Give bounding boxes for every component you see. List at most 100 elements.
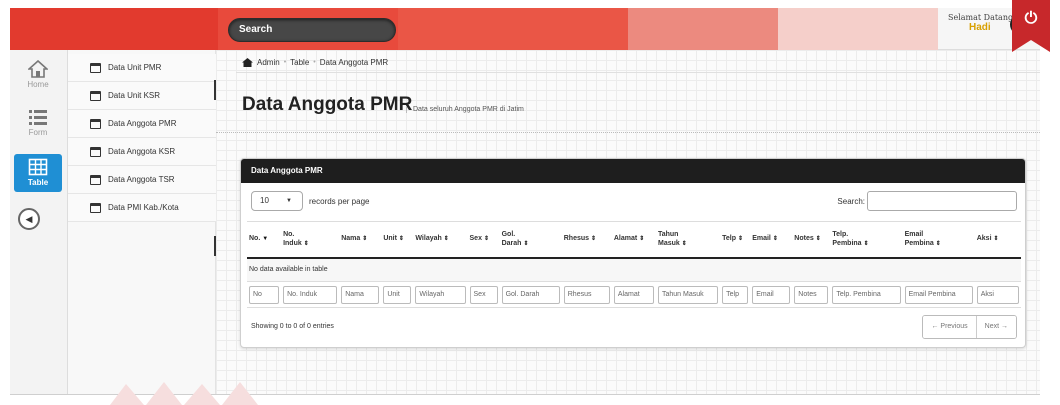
table-icon xyxy=(28,158,48,176)
rail-item-table[interactable]: Table xyxy=(14,154,62,192)
header-band xyxy=(398,8,628,50)
filter-row: No No. Induk Nama Unit Wilayah Sex Gol. … xyxy=(247,281,1021,308)
filter-input[interactable]: Tahun Masuk xyxy=(657,285,719,304)
pagination: ← Previous Next → xyxy=(922,315,1017,339)
column-header[interactable]: Telp ⇕ xyxy=(720,221,751,259)
column-header[interactable]: Gol. Darah ⇕ xyxy=(499,221,562,259)
column-header[interactable]: Aksi ⇕ xyxy=(974,221,1021,259)
table-info: Showing 0 to 0 of 0 entries xyxy=(251,323,334,330)
table-search-input[interactable] xyxy=(867,191,1017,211)
home-icon xyxy=(242,58,253,67)
filter-input[interactable]: Nama xyxy=(341,285,380,304)
greeting-text: Selamat Datang xyxy=(948,13,1014,22)
column-header[interactable]: Telp. Pembina ⇕ xyxy=(830,221,903,259)
chevron-left-icon: ◀ xyxy=(25,214,33,224)
filter-input[interactable]: Aksi xyxy=(976,285,1019,304)
divider xyxy=(236,72,1040,73)
subnav-item-data-unit-ksr[interactable]: Data Unit KSR xyxy=(68,82,216,110)
icon-rail: Home Form Table ◀ xyxy=(10,50,68,395)
column-header[interactable]: Nama ⇕ xyxy=(339,221,382,259)
subnav-item-label: Data Unit PMR xyxy=(108,63,162,72)
main-content: Admin • Table • Data Anggota PMR Data An… xyxy=(216,50,1040,395)
search-area: Search xyxy=(218,8,398,50)
caret-down-icon: ▼ xyxy=(286,198,292,204)
empty-message: No data available in table xyxy=(247,257,1021,282)
column-header[interactable]: Sex ⇕ xyxy=(467,221,500,259)
records-per-page: 10 ▼ records per page xyxy=(251,191,369,211)
filter-input[interactable]: Email Pembina xyxy=(904,285,973,304)
page-subtitle: Data seluruh Anggota PMR di Jatim xyxy=(406,106,524,113)
home-icon xyxy=(26,59,50,78)
breadcrumb-current: Data Anggota PMR xyxy=(319,58,389,67)
records-per-page-label: records per page xyxy=(309,196,370,206)
column-header[interactable]: Tahun Masuk ⇕ xyxy=(655,221,721,259)
calendar-icon xyxy=(90,119,101,129)
top-bar: Search Selamat Datang Hadi xyxy=(10,8,1040,50)
rail-item-label: Form xyxy=(28,128,48,137)
calendar-icon xyxy=(90,91,101,101)
rail-item-label: Table xyxy=(27,178,49,187)
panel-title: Data Anggota PMR xyxy=(241,159,1025,183)
rail-item-form[interactable]: Form xyxy=(14,104,62,142)
column-header[interactable]: No. ▼ xyxy=(247,221,282,259)
subnav-item-label: Data PMI Kab./Kota xyxy=(108,203,179,212)
column-header[interactable]: Unit ⇕ xyxy=(381,221,414,259)
table-row: No data available in table xyxy=(247,257,1021,282)
breadcrumb-admin[interactable]: Admin xyxy=(257,58,280,67)
column-header[interactable]: No. Induk ⇕ xyxy=(281,221,340,259)
column-header[interactable]: Rhesus ⇕ xyxy=(561,221,612,259)
subnav-item-data-pmi-kab-kota[interactable]: Data PMI Kab./Kota xyxy=(68,194,216,222)
filter-input[interactable]: Sex xyxy=(469,285,498,304)
search-input[interactable]: Search xyxy=(228,18,396,42)
subnav-item-data-unit-pmr[interactable]: Data Unit PMR xyxy=(68,54,216,82)
collapse-sidebar-button[interactable]: ◀ xyxy=(18,208,40,230)
subnav-item-data-anggota-pmr[interactable]: Data Anggota PMR xyxy=(68,110,216,138)
breadcrumb-separator: • xyxy=(283,59,287,66)
data-panel: Data Anggota PMR 10 ▼ records per page S… xyxy=(240,158,1026,348)
subnav-item-data-anggota-ksr[interactable]: Data Anggota KSR xyxy=(68,138,216,166)
filter-input[interactable]: Telp xyxy=(722,285,749,304)
filter-input[interactable]: Gol. Darah xyxy=(501,285,560,304)
rail-item-home[interactable]: Home xyxy=(14,56,62,94)
column-header[interactable]: Alamat ⇕ xyxy=(611,221,656,259)
rail-item-label: Home xyxy=(27,80,49,89)
filter-input[interactable]: Email xyxy=(752,285,791,304)
calendar-icon xyxy=(90,147,101,157)
next-page-button[interactable]: Next → xyxy=(975,316,1016,338)
column-header[interactable]: Email Pembina ⇕ xyxy=(902,221,975,259)
subnav-item-label: Data Anggota PMR xyxy=(108,119,177,128)
brand-area xyxy=(10,8,218,50)
table-search-label: Search: xyxy=(837,196,865,206)
watermark-logo xyxy=(110,382,258,405)
filter-input[interactable]: No. Induk xyxy=(283,285,338,304)
calendar-icon xyxy=(90,175,101,185)
table-header-row: No. ▼ No. Induk ⇕ Nama ⇕ Unit ⇕ Wilayah ⇕ Sex ⇕… xyxy=(247,221,1021,259)
filter-input[interactable]: Wilayah xyxy=(415,285,466,304)
previous-page-button[interactable]: ← Previous xyxy=(923,316,976,338)
column-header[interactable]: Email ⇕ xyxy=(750,221,793,259)
username: Hadi xyxy=(969,22,991,33)
header-band xyxy=(628,8,778,50)
calendar-icon xyxy=(90,203,101,213)
column-header[interactable]: Wilayah ⇕ xyxy=(413,221,468,259)
table-search: Search: xyxy=(837,191,1017,211)
filter-input[interactable]: Unit xyxy=(383,285,412,304)
secondary-sidebar: Data Unit PMR Data Unit KSR Data Anggota… xyxy=(68,50,216,395)
filter-input[interactable]: Telp. Pembina xyxy=(832,285,901,304)
breadcrumb-table[interactable]: Table xyxy=(290,58,309,67)
filter-input[interactable]: Rhesus xyxy=(563,285,610,304)
list-icon xyxy=(28,108,48,126)
subnav-item-data-anggota-tsr[interactable]: Data Anggota TSR xyxy=(68,166,216,194)
records-per-page-select[interactable]: 10 ▼ xyxy=(251,191,303,211)
divider xyxy=(216,132,1040,133)
filter-input[interactable]: No xyxy=(249,285,280,304)
filter-input[interactable]: Notes xyxy=(794,285,829,304)
subnav-item-label: Data Unit KSR xyxy=(108,91,161,100)
members-table: No. ▼ No. Induk ⇕ Nama ⇕ Unit ⇕ Wilayah ⇕ Sex ⇕… xyxy=(247,221,1021,308)
app-window: Search Selamat Datang Hadi ⏻ Home Form T… xyxy=(0,0,1060,405)
page-title: Data Anggota PMR xyxy=(242,94,413,115)
filter-input[interactable]: Alamat xyxy=(613,285,654,304)
logout-button[interactable]: ⏻ xyxy=(1012,0,1050,52)
breadcrumb: Admin • Table • Data Anggota PMR xyxy=(242,58,388,67)
column-header[interactable]: Notes ⇕ xyxy=(792,221,831,259)
